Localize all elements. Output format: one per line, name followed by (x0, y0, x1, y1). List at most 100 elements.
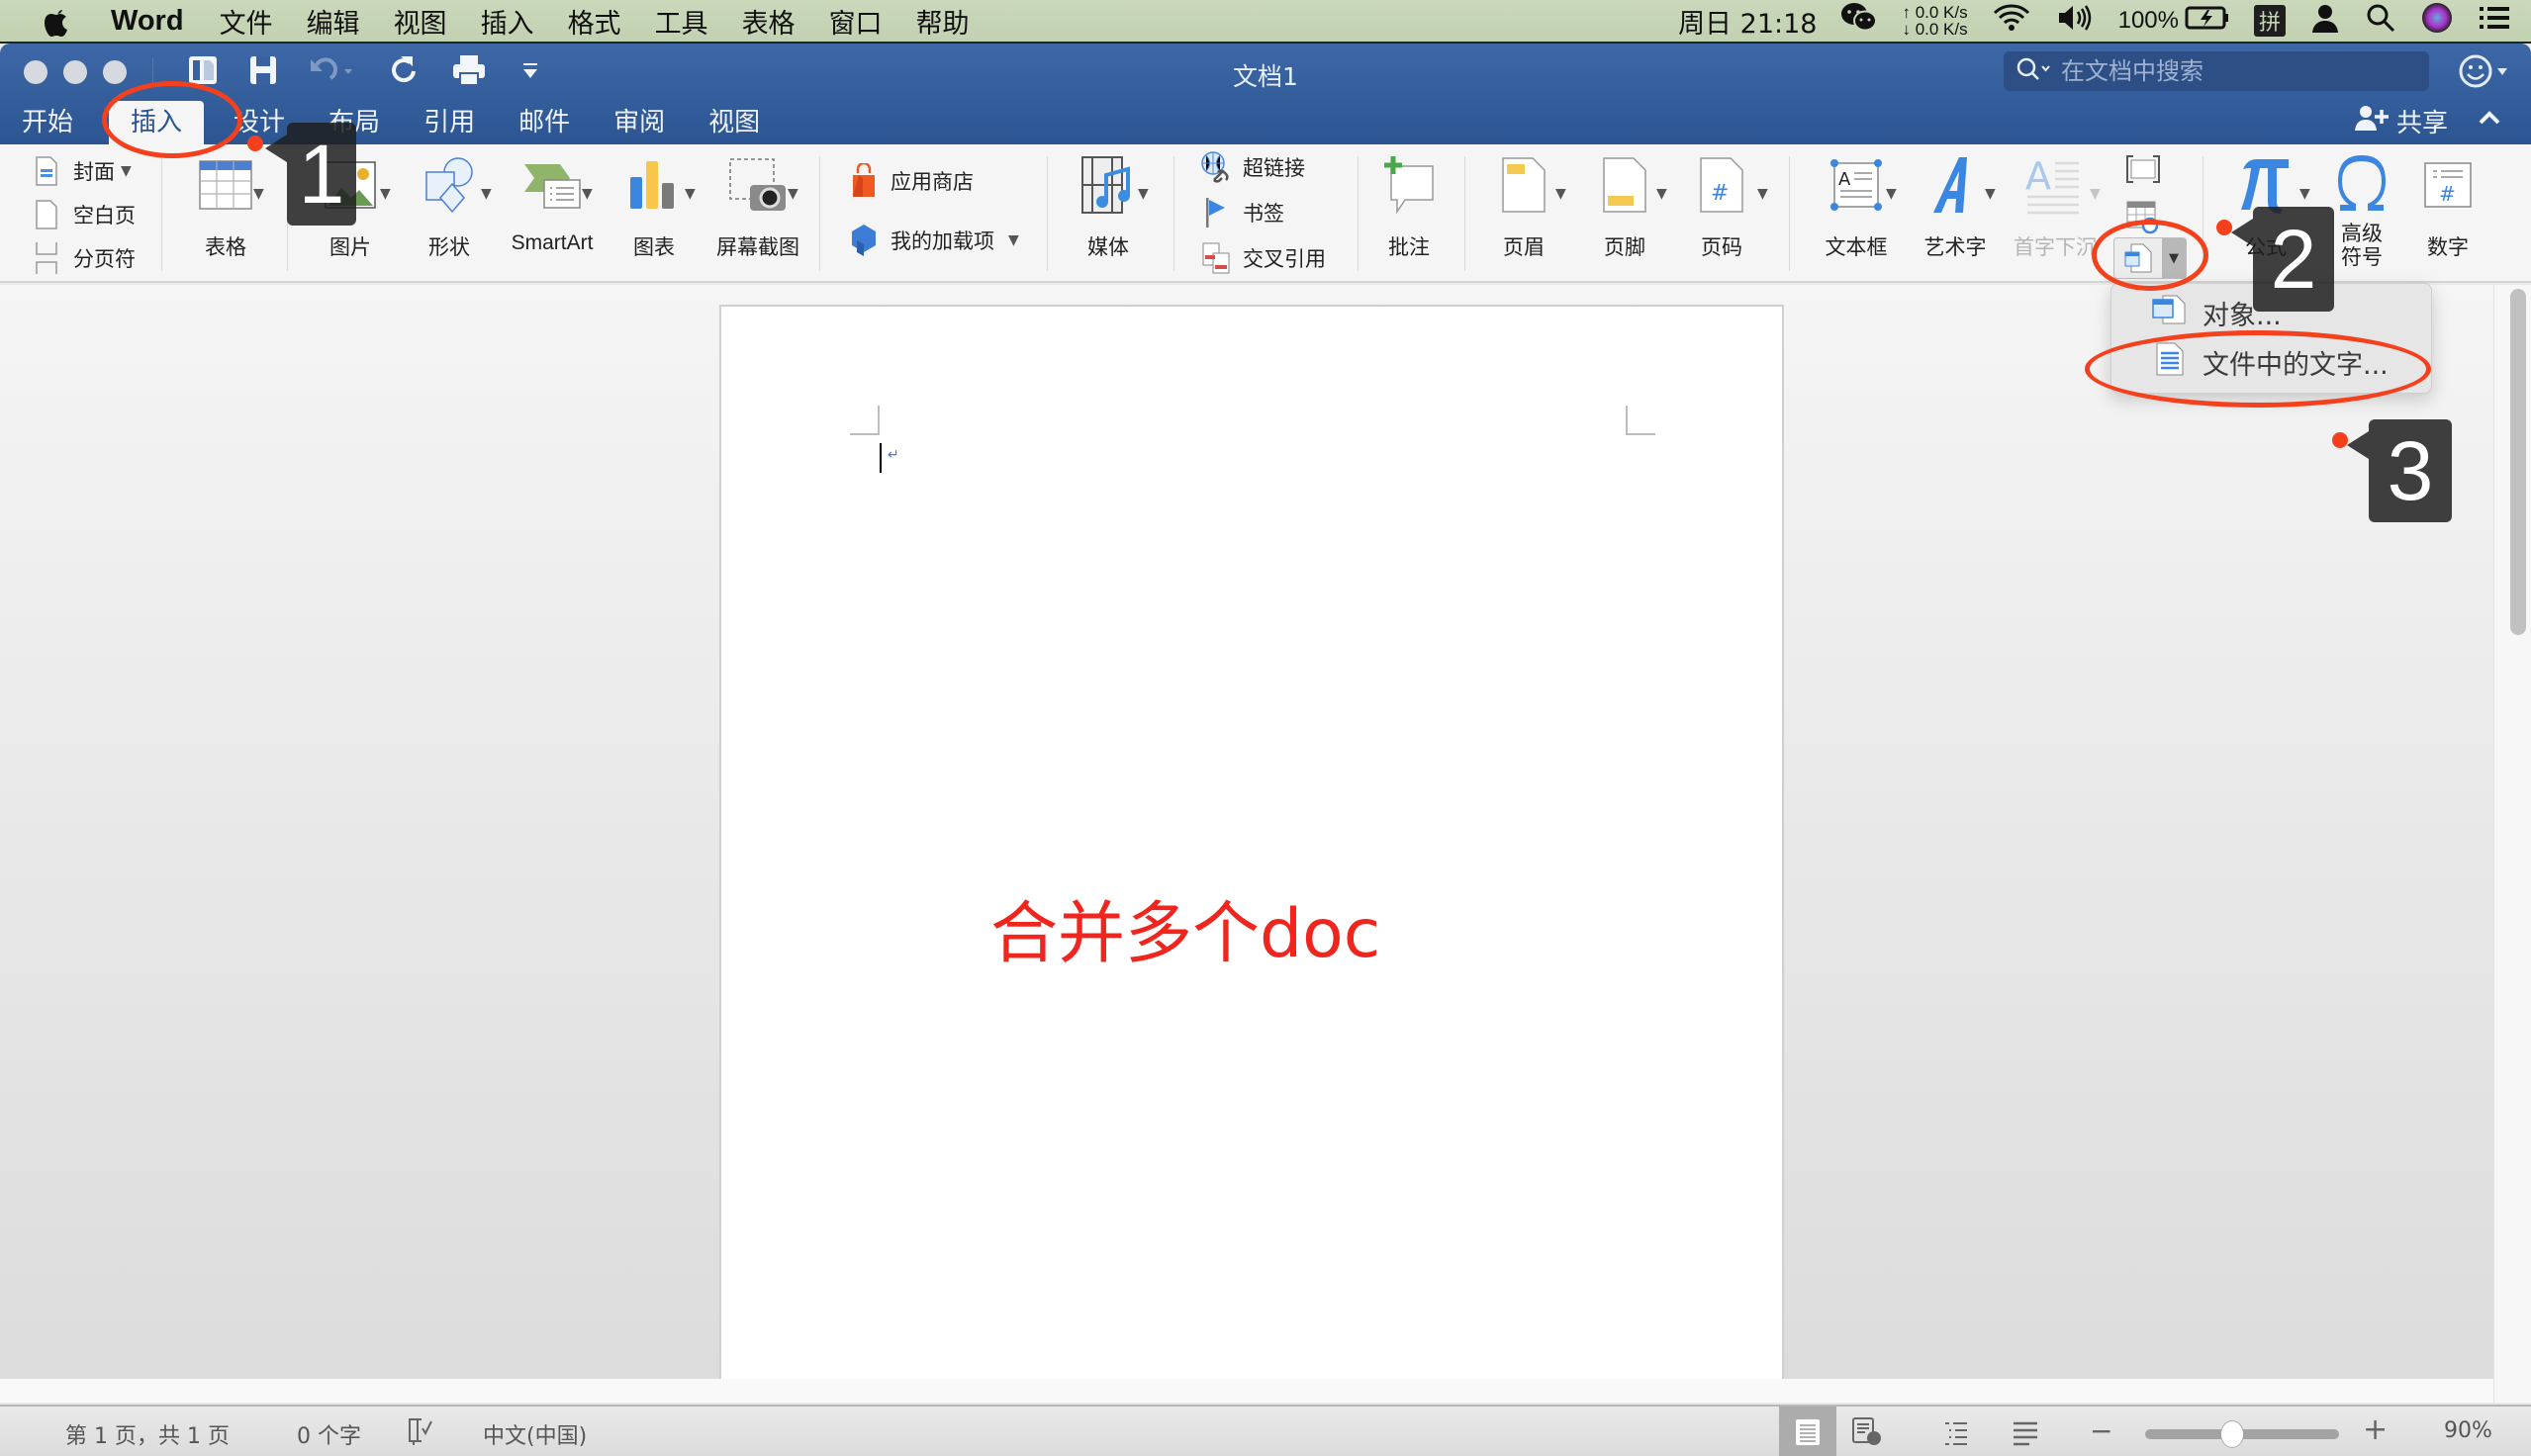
table-button[interactable]: 表格 (186, 144, 265, 261)
tab-home[interactable]: 开始 (0, 101, 95, 144)
footer-dropdown-icon[interactable]: ▼ (1656, 186, 1667, 202)
input-method-icon[interactable]: 拼 (2254, 5, 2286, 37)
cover-page-button[interactable]: 封面 ▼ (30, 154, 132, 188)
blank-page-button[interactable]: 空白页 (30, 198, 136, 231)
chart-button[interactable]: 图表 (609, 144, 699, 261)
word-count[interactable]: 0 个字 (297, 1418, 361, 1450)
language[interactable]: 中文(中国) (483, 1418, 587, 1450)
shapes-dropdown-icon[interactable]: ▼ (481, 186, 492, 202)
zoom-out-button[interactable]: − (2090, 1414, 2112, 1447)
menu-edit[interactable]: 编辑 (307, 2, 360, 41)
zoom-slider[interactable] (2145, 1420, 2339, 1448)
share-button[interactable]: 共享 (2354, 103, 2448, 139)
print-layout-view-button[interactable] (1779, 1407, 1836, 1456)
menu-file[interactable]: 文件 (220, 2, 273, 41)
bookmark-button[interactable]: 书签 (1199, 196, 1284, 229)
menu-help[interactable]: 帮助 (916, 2, 970, 41)
annotation-circle-insert-tab (102, 81, 242, 158)
header-button[interactable]: 页眉 (1484, 144, 1563, 261)
cross-reference-button[interactable]: 交叉引用 (1199, 241, 1326, 275)
user-icon[interactable] (2309, 2, 2341, 41)
page-number-dropdown-icon[interactable]: ▼ (1757, 186, 1768, 202)
siri-icon[interactable] (2420, 1, 2454, 42)
hyperlink-button[interactable]: 超链接 (1199, 150, 1305, 184)
feedback-smiley-icon[interactable] (2458, 51, 2511, 100)
wifi-icon[interactable] (1992, 3, 2031, 40)
signature-line-icon[interactable] (2125, 154, 2161, 188)
table-dropdown-icon[interactable]: ▼ (253, 186, 264, 202)
cross-reference-label: 交叉引用 (1243, 247, 1326, 271)
annotation-dot-2 (2216, 220, 2232, 235)
my-addins-label: 我的加载项 (891, 229, 994, 253)
equation-dropdown-icon[interactable]: ▼ (2299, 186, 2310, 202)
clock[interactable]: 周日 21:18 (1678, 2, 1817, 41)
menu-tools[interactable]: 工具 (655, 2, 708, 41)
footer-button[interactable]: 页脚 (1585, 144, 1664, 261)
picture-dropdown-icon[interactable]: ▼ (380, 186, 391, 202)
outline-view-button[interactable] (1927, 1407, 1985, 1456)
smartart-dropdown-icon[interactable]: ▼ (582, 186, 593, 202)
menu-view[interactable]: 视图 (394, 2, 447, 41)
screenshot-button[interactable]: 屏幕截图 (708, 144, 807, 261)
menu-app-word[interactable]: Word (111, 5, 184, 38)
document-headline-text[interactable]: 合并多个doc (990, 878, 1380, 976)
shapes-button[interactable]: 形状 (410, 144, 489, 261)
comment-button[interactable]: 批注 (1369, 144, 1449, 261)
annotation-step-1: 1 (265, 123, 356, 226)
wordart-dropdown-icon[interactable]: ▼ (1985, 186, 1996, 202)
bookmark-flag-icon (1199, 196, 1233, 229)
volume-icon[interactable] (2055, 3, 2095, 40)
draft-view-button[interactable] (1997, 1407, 2054, 1456)
wordart-button[interactable]: 艺术字 (1916, 144, 1995, 261)
text-box-dropdown-icon[interactable]: ▼ (1886, 186, 1897, 202)
document-canvas: ↵ 合并多个doc (0, 285, 2493, 1393)
wechat-icon[interactable] (1840, 2, 1878, 41)
collapse-ribbon-icon[interactable] (2478, 105, 2501, 135)
drop-cap-dropdown-icon[interactable]: ▼ (2090, 186, 2101, 202)
network-speed[interactable]: ↑ 0.0 K/s ↓ 0.0 K/s (1902, 4, 1967, 38)
zoom-slider-knob[interactable] (2220, 1420, 2245, 1448)
tab-review[interactable]: 审阅 (592, 101, 687, 144)
media-button[interactable]: 媒体 (1067, 144, 1150, 261)
annotation-circle-object-button (2092, 220, 2208, 291)
number-button[interactable]: # 数字 (2408, 144, 2487, 261)
tab-view[interactable]: 视图 (687, 101, 782, 144)
screenshot-icon (728, 150, 788, 220)
notification-center-icon[interactable] (2478, 4, 2511, 39)
screenshot-dropdown-icon[interactable]: ▼ (788, 186, 798, 202)
web-layout-view-button[interactable] (1838, 1407, 1896, 1456)
proofing-icon[interactable] (406, 1416, 435, 1452)
search-icon (2015, 56, 2051, 86)
media-dropdown-icon[interactable]: ▼ (1138, 186, 1149, 202)
menu-table[interactable]: 表格 (742, 2, 796, 41)
text-box-button[interactable]: A 文本框 (1815, 144, 1898, 261)
document-bottom-edge (0, 1379, 2493, 1403)
spotlight-search-icon[interactable] (2365, 2, 2396, 41)
search-input[interactable] (2061, 57, 2417, 85)
symbol-label-line1: 高级 (2341, 222, 2383, 245)
menu-format[interactable]: 格式 (568, 2, 621, 41)
drop-cap-button[interactable]: A 首字下沉 (2011, 144, 2100, 261)
annotation-dot-1 (247, 136, 263, 151)
vertical-scrollbar[interactable] (2493, 285, 2531, 1403)
battery-charging-icon[interactable] (2185, 5, 2230, 38)
app-store-button[interactable]: 应用商店 (847, 163, 974, 198)
document-page[interactable]: ↵ 合并多个doc (719, 305, 1784, 1393)
annotation-step-2: 2 (2231, 207, 2334, 312)
header-dropdown-icon[interactable]: ▼ (1555, 186, 1566, 202)
zoom-in-button[interactable]: + (2363, 1412, 2388, 1447)
page-break-button[interactable]: 分页符 (30, 241, 136, 275)
page-break-icon (30, 241, 63, 275)
page-number-button[interactable]: # 页码 (1682, 144, 1761, 261)
my-addins-button[interactable]: 我的加载项 ▼ (847, 224, 1019, 257)
menu-window[interactable]: 窗口 (829, 2, 883, 41)
page-count[interactable]: 第 1 页，共 1 页 (65, 1418, 230, 1450)
menu-insert[interactable]: 插入 (481, 2, 534, 41)
document-search-box[interactable] (2004, 51, 2429, 91)
zoom-level[interactable]: 90% (2444, 1418, 2492, 1443)
scrollbar-thumb[interactable] (2510, 289, 2526, 635)
tab-mailings[interactable]: 邮件 (497, 101, 592, 144)
apple-icon[interactable] (40, 4, 77, 38)
chart-dropdown-icon[interactable]: ▼ (685, 186, 696, 202)
tab-references[interactable]: 引用 (402, 101, 497, 144)
